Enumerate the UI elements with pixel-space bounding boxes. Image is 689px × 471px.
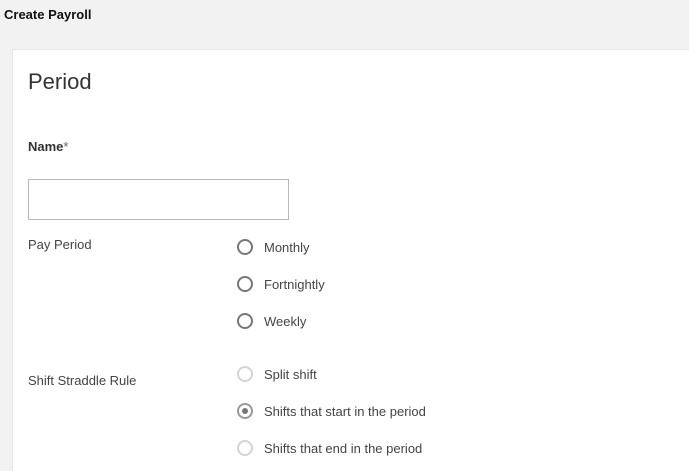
pay-period-label: Pay Period [28, 237, 92, 252]
required-mark: * [63, 139, 69, 154]
section-title: Period [28, 69, 92, 94]
radio-label: Weekly [264, 313, 307, 329]
radio-unchecked-icon[interactable] [237, 440, 253, 456]
name-input[interactable] [28, 179, 289, 220]
radio-label: Split shift [264, 366, 317, 382]
page-header: Create Payroll [0, 0, 689, 48]
radio-unchecked-icon[interactable] [237, 239, 253, 255]
radio-unchecked-icon[interactable] [237, 366, 253, 382]
radio-label: Shifts that end in the period [264, 440, 423, 456]
radio-unchecked-icon[interactable] [237, 313, 253, 329]
page-title: Create Payroll [4, 7, 92, 22]
shift-straddle-rule-label: Shift Straddle Rule [28, 373, 137, 388]
pay-period-option-weekly[interactable]: Weekly [237, 311, 306, 331]
name-label: Name* [28, 139, 68, 154]
straddle-option-split-shift[interactable]: Split shift [237, 364, 317, 384]
straddle-option-start-in-period[interactable]: Shifts that start in the period [237, 401, 426, 421]
radio-label: Shifts that start in the period [264, 403, 426, 419]
form-panel: Period Name* Pay Period Monthly Fortnigh… [12, 49, 689, 471]
pay-period-option-monthly[interactable]: Monthly [237, 237, 310, 257]
straddle-option-end-in-period[interactable]: Shifts that end in the period [237, 438, 422, 458]
radio-unchecked-icon[interactable] [237, 276, 253, 292]
radio-label: Monthly [264, 239, 310, 255]
radio-checked-icon[interactable] [237, 403, 253, 419]
pay-period-option-fortnightly[interactable]: Fortnightly [237, 274, 325, 294]
name-label-text: Name [28, 139, 64, 154]
radio-label: Fortnightly [264, 276, 325, 292]
